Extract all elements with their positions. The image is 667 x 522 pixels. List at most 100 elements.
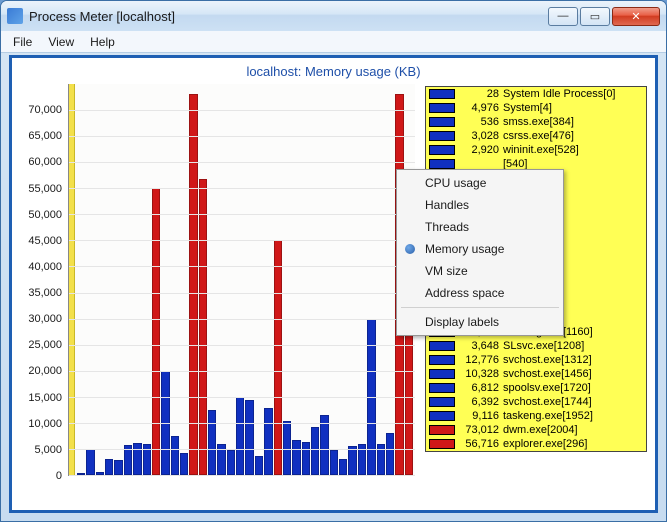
legend-name: SLsvc.exe[1208] xyxy=(503,339,584,353)
bar[interactable] xyxy=(386,433,394,475)
titlebar[interactable]: Process Meter [localhost] — ▭ ✕ xyxy=(1,1,666,31)
bar[interactable] xyxy=(245,400,253,475)
bar[interactable] xyxy=(302,442,310,475)
legend-value: 4,976 xyxy=(459,101,499,115)
cm-threads[interactable]: Threads xyxy=(399,216,561,238)
cm-vm-size[interactable]: VM size xyxy=(399,260,561,282)
y-tick-label: 65,000 xyxy=(28,130,62,142)
bar[interactable] xyxy=(171,436,179,475)
cm-address-space[interactable]: Address space xyxy=(399,282,561,304)
legend-value: 3,648 xyxy=(459,339,499,353)
grid-line xyxy=(69,293,415,294)
y-tick-label: 70,000 xyxy=(28,104,62,116)
y-tick-label: 40,000 xyxy=(28,261,62,273)
legend-value: 536 xyxy=(459,115,499,129)
legend-name: smss.exe[384] xyxy=(503,115,574,129)
bar[interactable] xyxy=(114,460,122,475)
bar[interactable] xyxy=(227,450,235,475)
legend-swatch xyxy=(429,397,455,407)
legend-swatch xyxy=(429,425,455,435)
cm-separator xyxy=(401,307,559,308)
bar[interactable] xyxy=(86,449,94,475)
bar[interactable] xyxy=(189,94,197,475)
legend-row[interactable]: 56,716 explorer.exe[296] xyxy=(426,437,646,451)
menu-file[interactable]: File xyxy=(5,33,40,51)
bar[interactable] xyxy=(105,459,113,475)
chart-area: 05,00010,00015,00020,00025,00030,00035,0… xyxy=(20,84,415,500)
legend-name: dwm.exe[2004] xyxy=(503,423,578,437)
legend-row[interactable]: 4,976 System[4] xyxy=(426,101,646,115)
legend-row[interactable]: 6,392svchost.exe[1744] xyxy=(426,395,646,409)
cm-memory-label: Memory usage xyxy=(425,242,504,256)
legend-row[interactable]: 12,776svchost.exe[1312] xyxy=(426,353,646,367)
legend-value: 6,812 xyxy=(459,381,499,395)
bar[interactable] xyxy=(236,397,244,475)
plot-area[interactable] xyxy=(68,84,415,476)
grid-line xyxy=(69,397,415,398)
cm-display-labels[interactable]: Display labels xyxy=(399,311,561,333)
y-tick-label: 60,000 xyxy=(28,156,62,168)
legend-value: 6,392 xyxy=(459,395,499,409)
legend-value: 73,012 xyxy=(459,423,499,437)
bar[interactable] xyxy=(330,450,338,475)
legend-value: 12,776 xyxy=(459,353,499,367)
grid-line xyxy=(69,240,415,241)
minimize-button[interactable]: — xyxy=(548,7,578,26)
grid-line xyxy=(69,475,415,476)
grid-line xyxy=(69,188,415,189)
close-button[interactable]: ✕ xyxy=(612,7,660,26)
bar[interactable] xyxy=(320,415,328,475)
legend-row[interactable]: 73,012 dwm.exe[2004] xyxy=(426,423,646,437)
grid-line xyxy=(69,345,415,346)
legend-value: 3,028 xyxy=(459,129,499,143)
legend-row[interactable]: 6,812 spoolsv.exe[1720] xyxy=(426,381,646,395)
legend-row[interactable]: 2,920wininit.exe[528] xyxy=(426,143,646,157)
plot-left-strip xyxy=(69,84,75,475)
maximize-button[interactable]: ▭ xyxy=(580,7,610,26)
y-tick-label: 35,000 xyxy=(28,287,62,299)
bar[interactable] xyxy=(274,240,282,475)
legend-swatch xyxy=(429,89,455,99)
legend-name: System Idle Process[0] xyxy=(503,87,616,101)
window-title: Process Meter [localhost] xyxy=(29,9,175,24)
grid-line xyxy=(69,319,415,320)
legend-name: System[4] xyxy=(503,101,552,115)
legend-value: 56,716 xyxy=(459,437,499,451)
bar[interactable] xyxy=(255,456,263,475)
cm-handles[interactable]: Handles xyxy=(399,194,561,216)
legend-row[interactable]: 9,116taskeng.exe[1952] xyxy=(426,409,646,423)
app-icon xyxy=(7,8,23,24)
grid-line xyxy=(69,162,415,163)
bar[interactable] xyxy=(339,459,347,475)
app-window: Process Meter [localhost] — ▭ ✕ File Vie… xyxy=(0,0,667,522)
y-tick-label: 15,000 xyxy=(28,392,62,404)
menu-view[interactable]: View xyxy=(40,33,82,51)
legend-row[interactable]: 3,028csrss.exe[476] xyxy=(426,129,646,143)
bar[interactable] xyxy=(348,446,356,475)
cm-cpu-usage[interactable]: CPU usage xyxy=(399,172,561,194)
grid-line xyxy=(69,266,415,267)
cm-memory-usage[interactable]: Memory usage xyxy=(399,238,561,260)
y-tick-label: 30,000 xyxy=(28,313,62,325)
bar[interactable] xyxy=(208,410,216,475)
legend-name: spoolsv.exe[1720] xyxy=(503,381,591,395)
legend-swatch xyxy=(429,369,455,379)
menu-help[interactable]: Help xyxy=(82,33,123,51)
legend-row[interactable]: 536 smss.exe[384] xyxy=(426,115,646,129)
legend-row[interactable]: 3,648 SLsvc.exe[1208] xyxy=(426,339,646,353)
y-tick-label: 25,000 xyxy=(28,339,62,351)
bar[interactable] xyxy=(133,443,141,475)
grid-line xyxy=(69,136,415,137)
bar[interactable] xyxy=(180,453,188,475)
bar[interactable] xyxy=(264,408,272,475)
bar[interactable] xyxy=(152,188,160,475)
bar[interactable] xyxy=(292,440,300,476)
window-controls: — ▭ ✕ xyxy=(548,7,660,26)
legend-row[interactable]: 28System Idle Process[0] xyxy=(426,87,646,101)
legend-swatch xyxy=(429,117,455,127)
legend-name: explorer.exe[296] xyxy=(503,437,587,451)
bar[interactable] xyxy=(199,179,207,475)
legend-row[interactable]: 10,328svchost.exe[1456] xyxy=(426,367,646,381)
bar[interactable] xyxy=(311,427,319,475)
legend-swatch xyxy=(429,131,455,141)
